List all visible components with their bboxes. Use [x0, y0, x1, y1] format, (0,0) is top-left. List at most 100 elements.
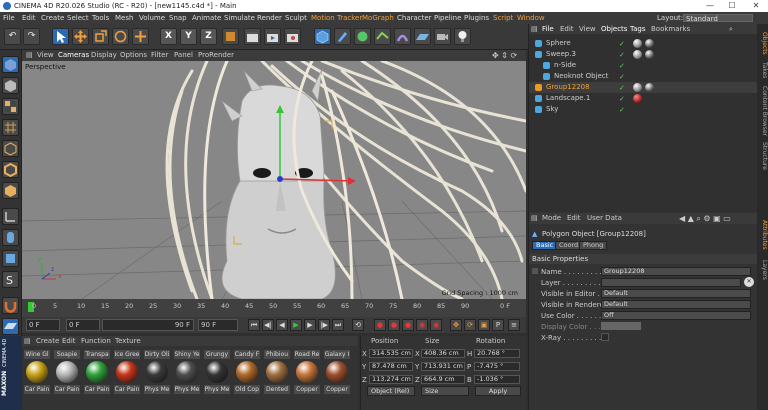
enable-axis-button[interactable]	[2, 208, 19, 225]
x-axis-lock-button[interactable]: X	[160, 28, 177, 45]
menu-motion-tracker[interactable]: Motion Tracker	[311, 12, 362, 24]
object-row[interactable]: Sweep.3 ✓	[529, 49, 758, 60]
tweak-mode-button[interactable]	[2, 229, 19, 246]
object-row[interactable]: Group12208 ✓	[529, 82, 758, 93]
edges-mode-button[interactable]	[2, 161, 19, 178]
object-row[interactable]: Landscape.1 ✓	[529, 93, 758, 104]
array-button[interactable]	[374, 28, 391, 45]
menu-window[interactable]: Window	[517, 12, 545, 24]
y-axis-lock-button[interactable]: Y	[180, 28, 197, 45]
enabled-check-icon[interactable]: ✓	[619, 72, 627, 81]
light-button[interactable]	[454, 28, 471, 45]
menu-animate[interactable]: Animate	[192, 12, 221, 24]
3d-viewport[interactable]: Perspective x y z Grid Spacing : 1000 cm	[22, 61, 526, 299]
tab-basic[interactable]: Basic	[532, 241, 558, 250]
key-point-level-button[interactable]: P	[492, 319, 504, 331]
menu-tools[interactable]: Tools	[92, 12, 109, 24]
key-rotation-button[interactable]: ⟳	[464, 319, 476, 331]
undo-button[interactable]: ↶	[4, 28, 21, 45]
end-frame-field[interactable]: 90 F	[198, 319, 238, 331]
previous-frame-button[interactable]: ◀	[276, 319, 288, 331]
visible-in-renderer-select[interactable]: Default	[601, 300, 751, 309]
pen-spline-button[interactable]	[334, 28, 351, 45]
material-swatch[interactable]: Wine Gl Car Pain	[24, 350, 50, 394]
menu-snap[interactable]: Snap	[169, 12, 187, 24]
enabled-check-icon[interactable]: ✓	[619, 94, 627, 103]
material-swatch[interactable]: Candy F Old Cop	[234, 350, 260, 394]
minimize-button[interactable]: —	[700, 0, 720, 12]
material-tag-icon[interactable]	[633, 94, 642, 103]
render-to-picture-viewer-button[interactable]	[264, 28, 281, 45]
position-x-field[interactable]: 314.535 cm	[369, 349, 413, 358]
key-param-button[interactable]: ◉	[430, 319, 442, 331]
move-tool-button[interactable]	[72, 28, 89, 45]
material-swatch[interactable]: Galaxy I Copper	[324, 350, 350, 394]
layer-clear-icon[interactable]: ✕	[744, 277, 754, 287]
visible-in-editor-select[interactable]: Default	[601, 289, 751, 298]
side-tab-layers[interactable]: Layers	[758, 260, 768, 280]
material-tag-icon[interactable]	[645, 50, 654, 59]
material-swatch[interactable]: Road Re Copper	[294, 350, 320, 394]
viewport-menu-filter[interactable]: Filter	[151, 50, 168, 61]
enabled-check-icon[interactable]: ✓	[619, 61, 627, 70]
menu-mograph[interactable]: MoGraph	[362, 12, 394, 24]
menu-file[interactable]: File	[3, 12, 15, 24]
object-row[interactable]: Sphere ✓	[529, 38, 758, 49]
display-color-swatch[interactable]	[601, 322, 641, 330]
attribute-menu-user-data[interactable]: User Data	[587, 213, 622, 224]
menu-sculpt[interactable]: Sculpt	[285, 12, 307, 24]
enabled-check-icon[interactable]: ✓	[619, 50, 627, 59]
attribute-nav-icons[interactable]: ◀ ▲ ⌕ ⚙ ▣ ▭	[679, 213, 731, 224]
timeline-ruler[interactable]: 0 5 10 15 20 25 30 35 40 45 50 55 60 65 …	[22, 299, 526, 317]
deformer-button[interactable]	[394, 28, 411, 45]
coord-size-mode-select[interactable]: Size	[421, 386, 469, 396]
material-swatch[interactable]: Dirty Oli Phys Me	[144, 350, 170, 394]
apply-button[interactable]: Apply	[475, 386, 521, 396]
scale-tool-button[interactable]	[92, 28, 109, 45]
material-tag-icon[interactable]	[645, 83, 654, 92]
loop-button[interactable]: ⟲	[352, 319, 364, 331]
record-button[interactable]: ●	[374, 319, 386, 331]
object-row[interactable]: Sky ✓	[529, 104, 758, 115]
material-swatch[interactable]: Transpa Car Pain	[84, 350, 110, 394]
magnet-button[interactable]	[2, 297, 19, 314]
material-swatch[interactable]: Phibiou Dented	[264, 350, 290, 394]
menu-render[interactable]: Render	[257, 12, 282, 24]
tab-phong[interactable]: Phong	[579, 241, 608, 250]
rotation-h-field[interactable]: 20.768 °	[474, 349, 520, 358]
viewport-menu-view[interactable]: View	[37, 50, 54, 61]
side-tab-objects[interactable]: Objects	[758, 32, 768, 55]
layout-select[interactable]: Standard	[683, 14, 753, 23]
x-ray-checkbox[interactable]	[601, 333, 609, 341]
menu-create[interactable]: Create	[41, 12, 64, 24]
side-tab-structure[interactable]: Structure	[758, 142, 768, 170]
key-position-button[interactable]: ✥	[450, 319, 462, 331]
keyframe-selection-button[interactable]: ●	[402, 319, 414, 331]
close-button[interactable]: ✕	[746, 0, 766, 12]
material-tag-icon[interactable]	[645, 39, 654, 48]
size-y-field[interactable]: 713.931 cm	[421, 362, 465, 371]
menu-edit[interactable]: Edit	[22, 12, 36, 24]
material-menu-edit[interactable]: Edit	[62, 336, 76, 346]
material-menu-texture[interactable]: Texture	[115, 336, 141, 346]
maximize-button[interactable]: ☐	[722, 0, 742, 12]
side-tab-takes[interactable]: Takes	[758, 62, 768, 78]
previous-key-button[interactable]: ◀|	[262, 319, 274, 331]
object-menu-tags[interactable]: Tags	[630, 24, 646, 34]
object-row[interactable]: n-Side ✓	[529, 60, 758, 71]
select-tool-button[interactable]	[52, 28, 69, 45]
attribute-menu-icon[interactable]: ▤	[531, 213, 538, 224]
next-frame-button[interactable]: ▶	[304, 319, 316, 331]
camera-button[interactable]	[434, 28, 451, 45]
size-z-field[interactable]: 664.9 cm	[421, 375, 465, 384]
position-y-field[interactable]: 87.478 cm	[369, 362, 413, 371]
position-z-field[interactable]: 113.274 cm	[369, 375, 413, 384]
enabled-check-icon[interactable]: ✓	[619, 39, 627, 48]
key-scale-button[interactable]: ◉	[416, 319, 428, 331]
subdivision-button[interactable]	[354, 28, 371, 45]
menu-script[interactable]: Script	[493, 12, 513, 24]
points-mode-button[interactable]	[2, 140, 19, 157]
viewport-menu-prorender[interactable]: ProRender	[198, 50, 234, 61]
play-button[interactable]: ▶	[290, 319, 302, 331]
side-tab-attributes[interactable]: Attributes	[758, 220, 768, 250]
